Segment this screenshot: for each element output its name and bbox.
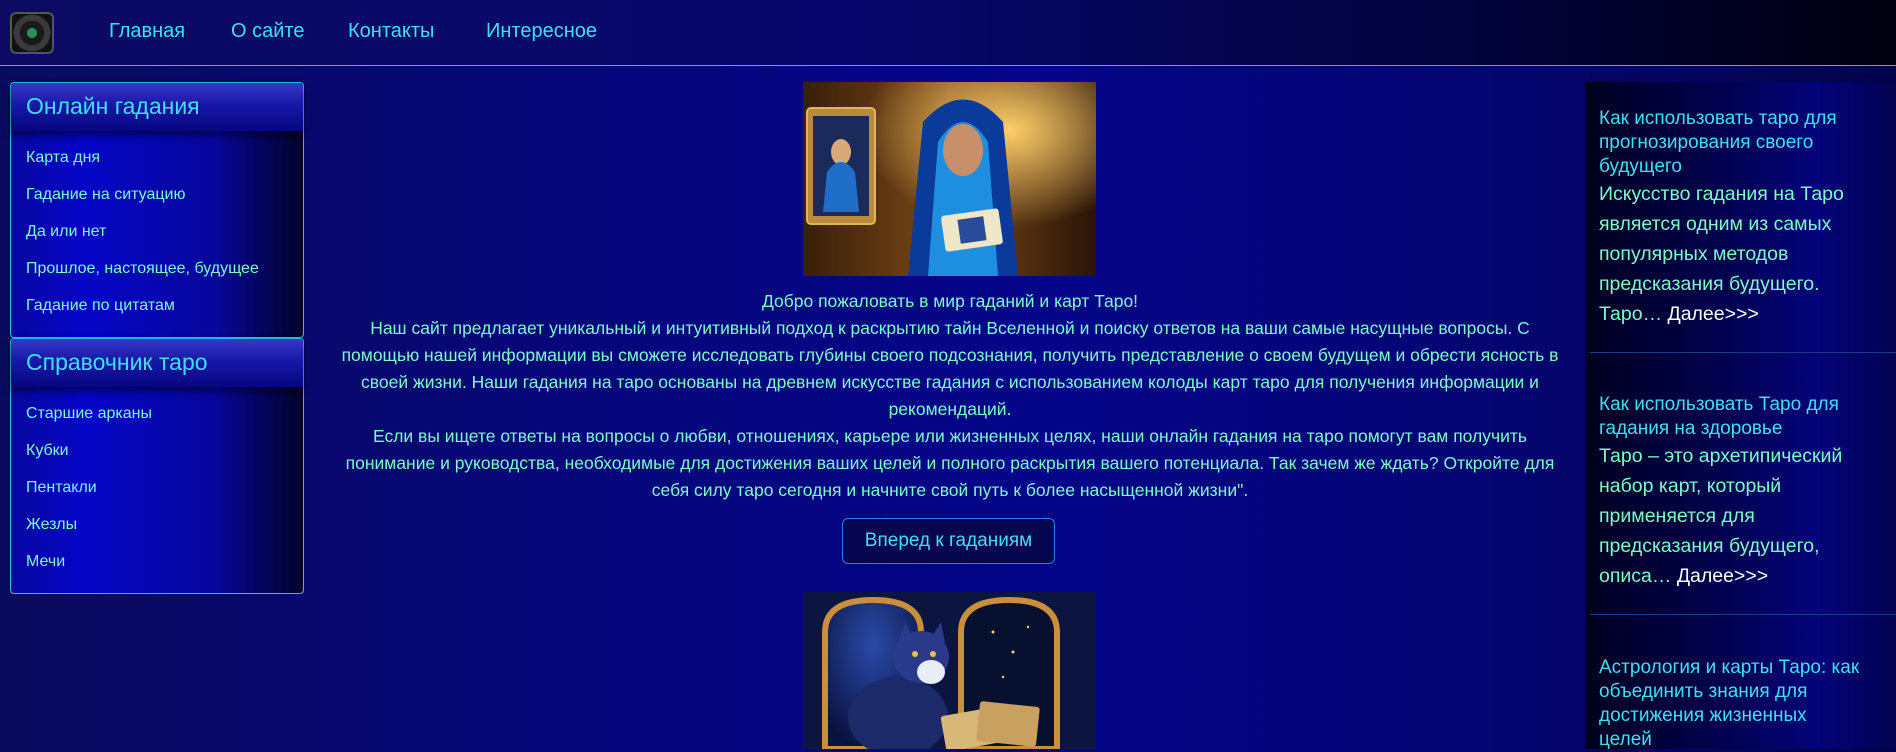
sidebar-item-situation[interactable]: Гадание на ситуацию [26,186,185,204]
top-navbar: Главная О сайте Контакты Интересное [0,0,1896,66]
nav-link-about[interactable]: О сайте [231,20,304,43]
woman-reading-tarot-image [803,82,1096,276]
nav-link-home[interactable]: Главная [109,20,185,43]
sidebar-item-swords[interactable]: Мечи [26,553,65,571]
sidebar-item-cups[interactable]: Кубки [26,442,69,460]
cat-with-tarot-cards-image [803,592,1096,749]
sidebar-item-yes-no[interactable]: Да или нет [26,223,106,241]
article-title-link[interactable]: Астрология и карты Таро: как объединить … [1599,656,1861,752]
sidebar-panel-header: Справочник таро [11,339,303,387]
sidebar-item-pentacles[interactable]: Пентакли [26,479,97,497]
intro-paragraph-2: Если вы ищете ответы на вопросы о любви,… [345,426,1555,500]
intro-paragraph-1: Наш сайт предлагает уникальный и интуити… [341,318,1559,419]
sidebar-item-quotes[interactable]: Гадание по цитатам [26,297,175,315]
sidebar-panel-title: Справочник таро [26,349,208,375]
article-excerpt: Искусство гадания на Таро является одним… [1599,179,1861,329]
sidebar-item-card-of-day[interactable]: Карта дня [26,149,100,167]
nav-link-interesting[interactable]: Интересное [486,20,597,43]
sidebar-item-past-present-future[interactable]: Прошлое, настоящее, будущее [26,260,259,278]
sidebar-panel-header: Онлайн гадания [11,83,303,131]
tarot-cube-logo-icon[interactable] [10,12,54,54]
article-divider [1590,614,1896,615]
sidebar-item-wands[interactable]: Жезлы [26,516,77,534]
sidebar-panel-online-fortune: Онлайн гадания Карта дня Гадание на ситу… [10,82,304,338]
sidebar-item-major-arcana[interactable]: Старшие арканы [26,405,152,423]
go-to-fortune-button[interactable]: Вперед к гаданиям [842,518,1055,564]
sidebar-panel-tarot-reference: Справочник таро Старшие арканы Кубки Пен… [10,338,304,594]
nav-link-contacts[interactable]: Контакты [348,20,434,43]
article-title-link[interactable]: Как использовать Таро для гадания на здо… [1599,393,1861,441]
read-more-link[interactable]: Далее>>> [1677,565,1768,587]
article-card: Как использовать таро для прогнозировани… [1599,107,1861,329]
article-card: Астрология и карты Таро: как объединить … [1599,656,1861,752]
article-card: Как использовать Таро для гадания на здо… [1599,393,1861,591]
article-title-link[interactable]: Как использовать таро для прогнозировани… [1599,107,1861,179]
read-more-link[interactable]: Далее>>> [1668,303,1759,325]
intro-text: Добро пожаловать в мир гаданий и карт Та… [330,288,1570,504]
sidebar-panel-title: Онлайн гадания [26,93,200,119]
article-excerpt: Таро – это архетипический набор карт, ко… [1599,441,1861,591]
articles-sidebar: Как использовать таро для прогнозировани… [1585,82,1896,752]
welcome-heading: Добро пожаловать в мир гаданий и карт Та… [761,291,1139,311]
article-divider [1590,352,1896,353]
